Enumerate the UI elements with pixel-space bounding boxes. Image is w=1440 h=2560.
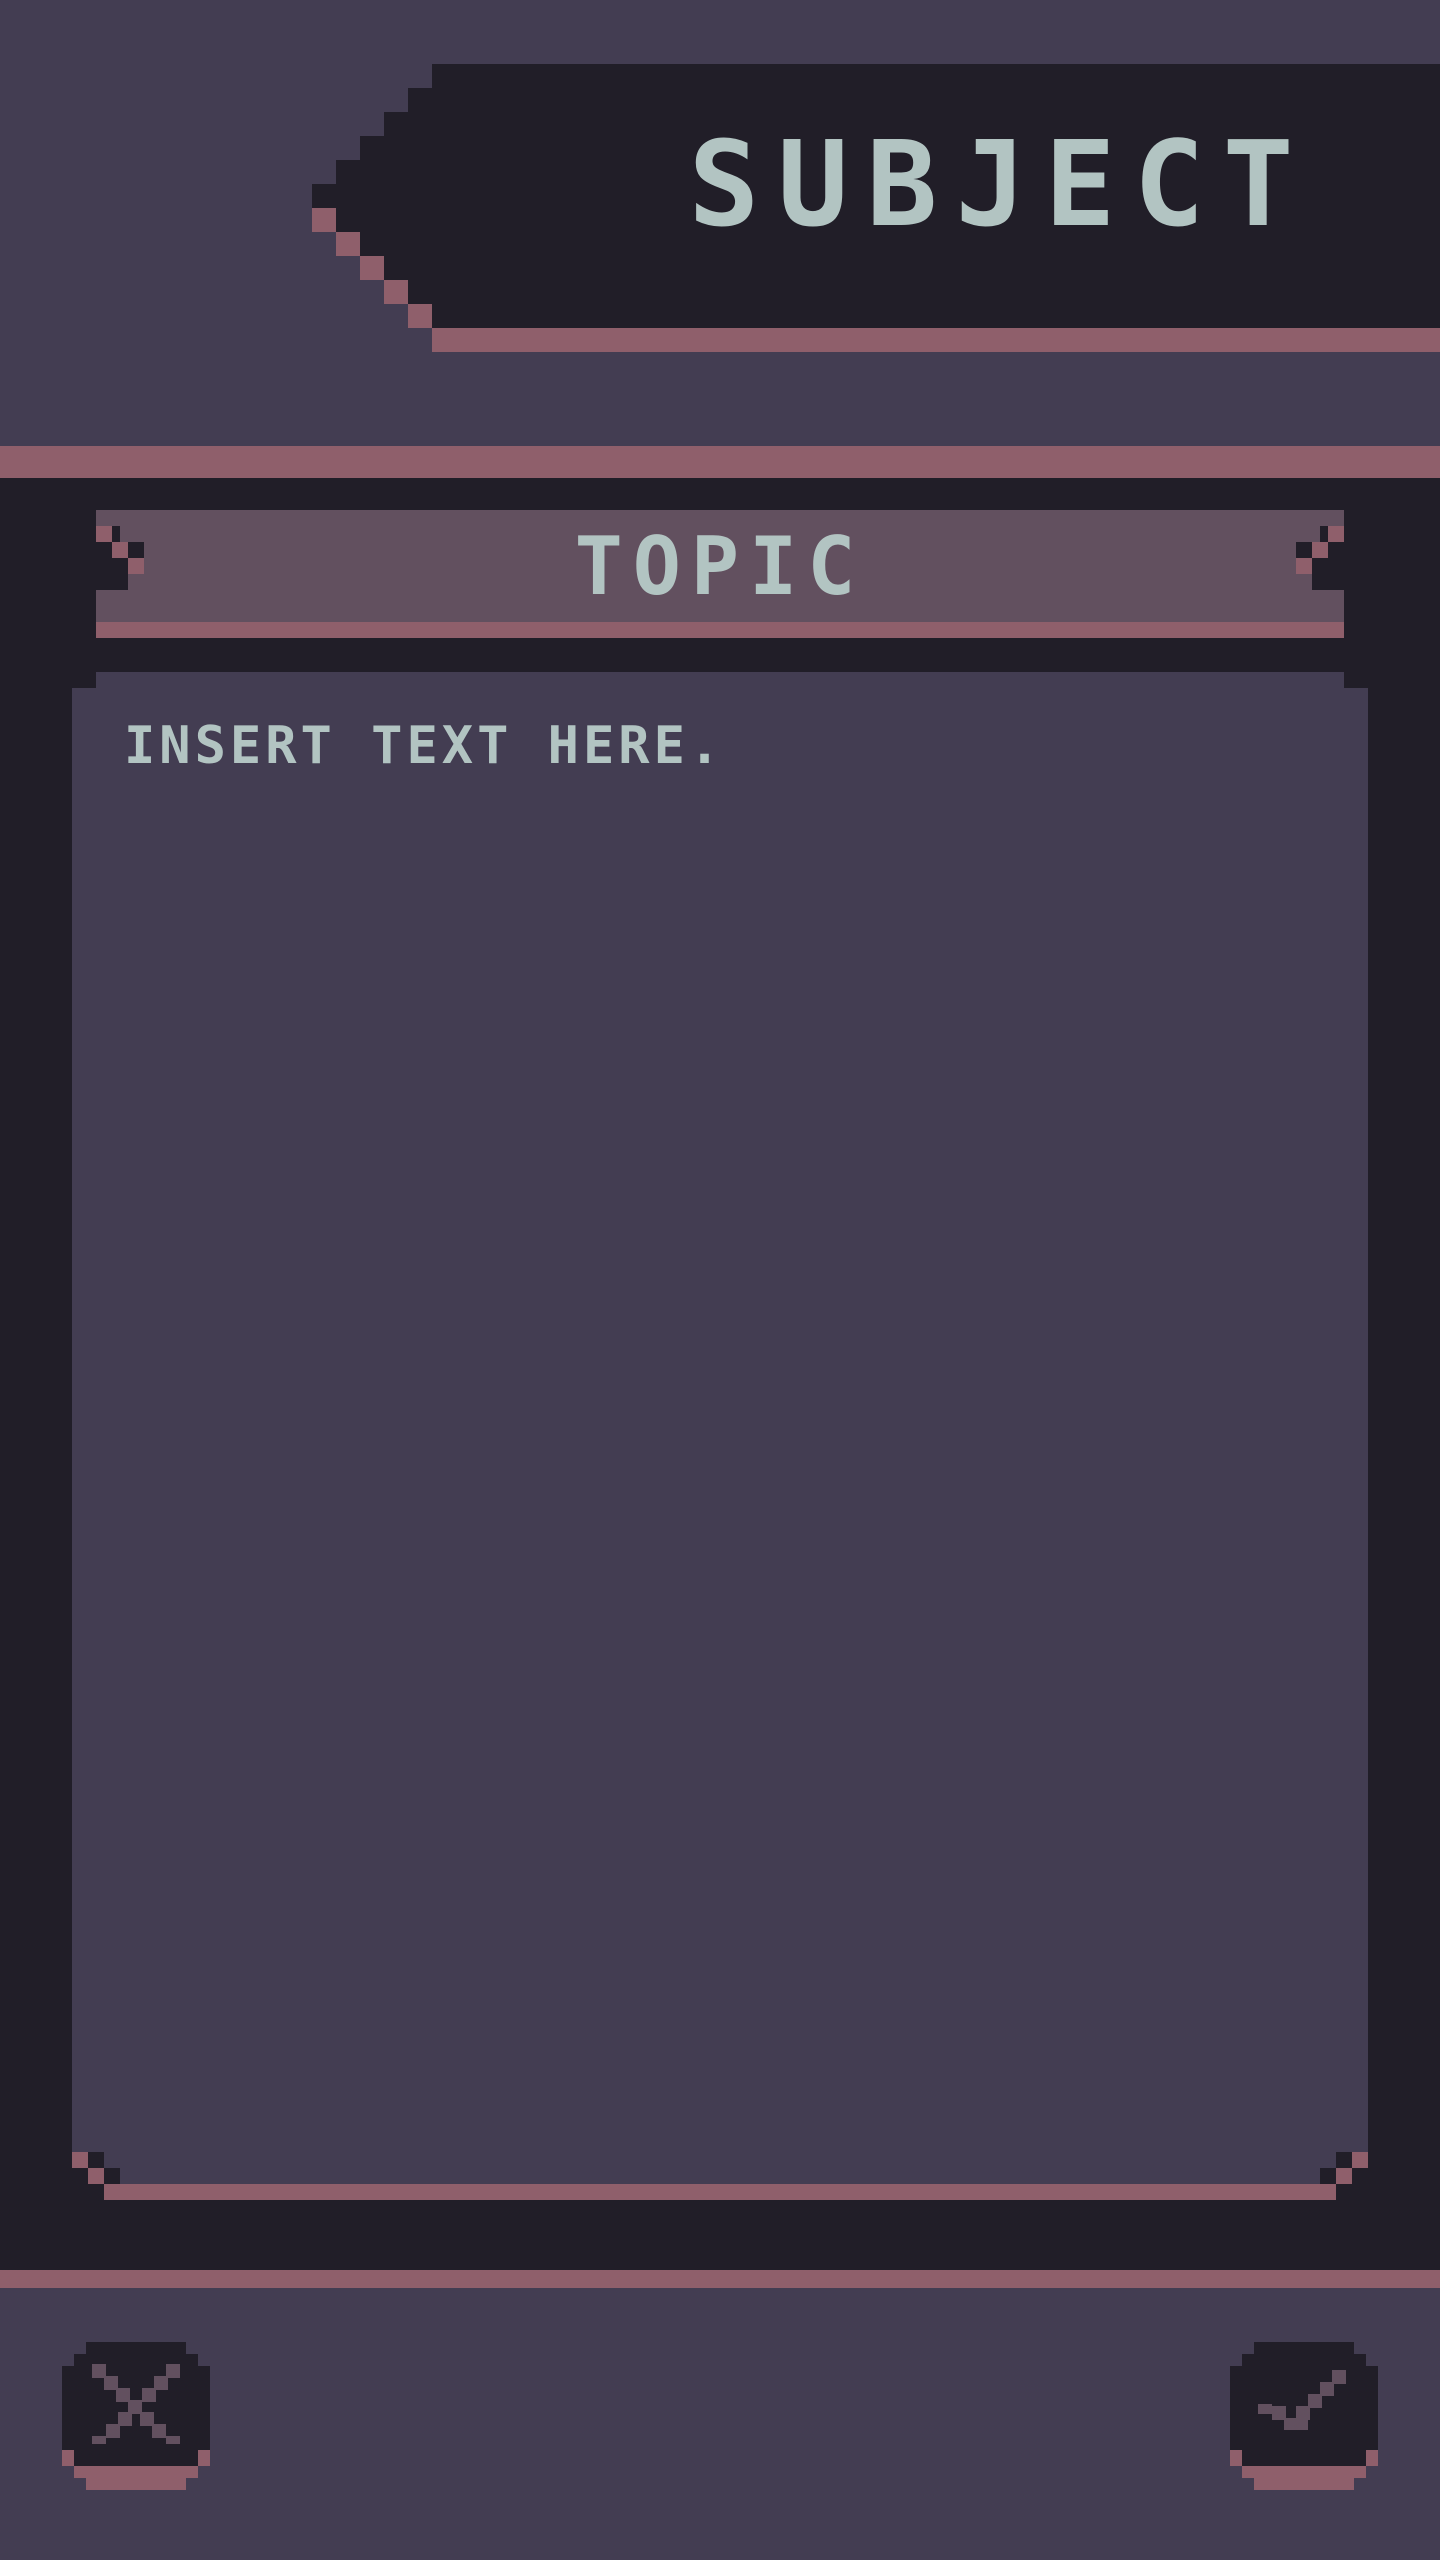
- content-text[interactable]: INSERT TEXT HERE.: [124, 706, 1324, 786]
- panel-bottom-border: [0, 2270, 1440, 2288]
- content-area: [72, 672, 1368, 2200]
- close-icon: [62, 2342, 210, 2490]
- panel-top-border: [0, 446, 1440, 478]
- topic-title: TOPIC: [574, 519, 866, 613]
- confirm-button[interactable]: [1230, 2342, 1378, 2490]
- checkmark-icon: [1230, 2342, 1378, 2490]
- header-title: SUBJECT: [688, 115, 1312, 253]
- cancel-button[interactable]: [62, 2342, 210, 2490]
